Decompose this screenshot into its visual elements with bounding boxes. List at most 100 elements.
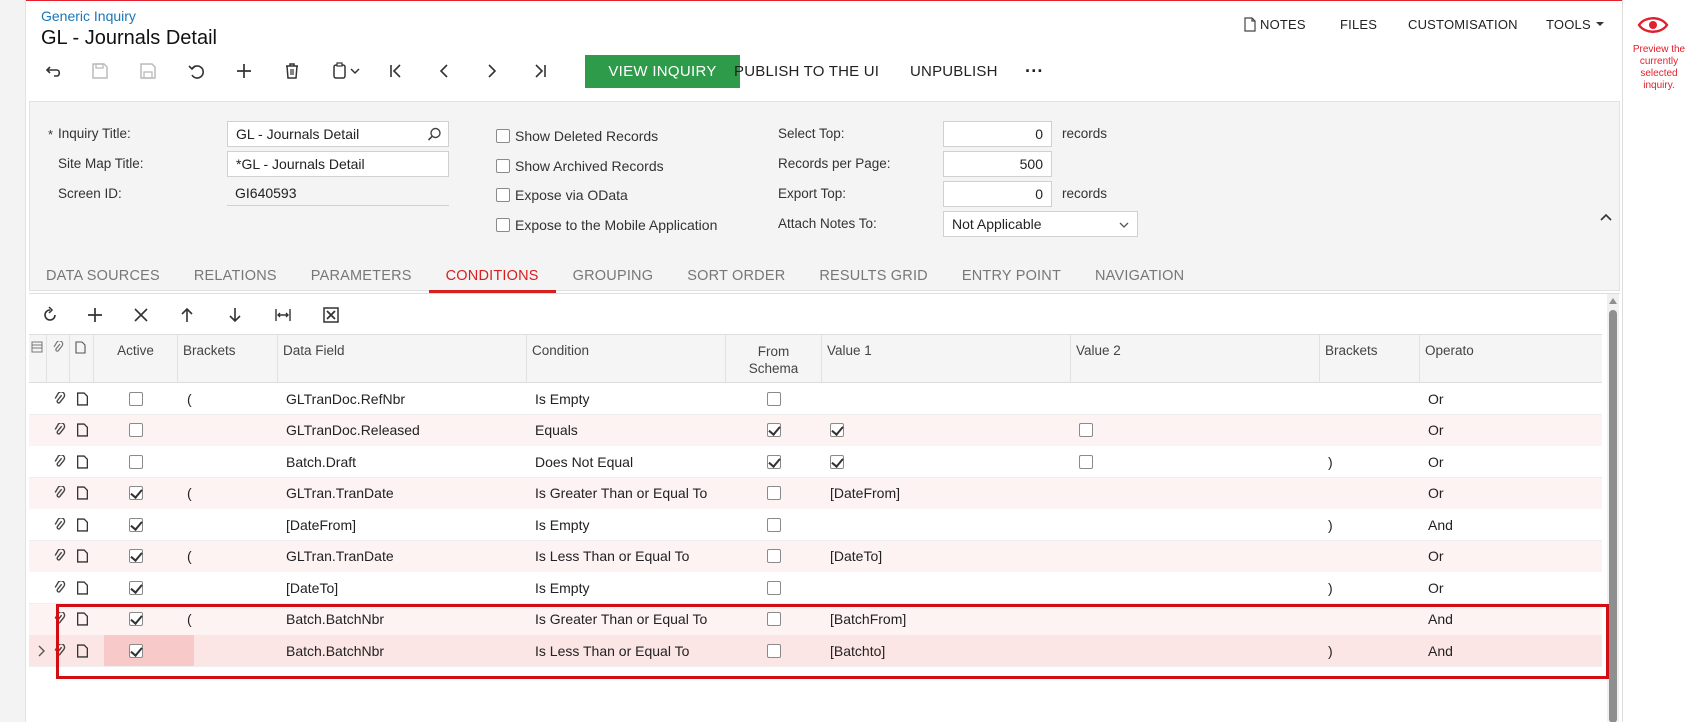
table-row[interactable]: GLTranDoc.Released Equals Or xyxy=(29,414,1602,447)
add-button[interactable] xyxy=(226,56,262,86)
table-row[interactable]: (GLTran.TranDate Is Less Than or Equal To… xyxy=(29,540,1602,573)
brackets-close-cell[interactable] xyxy=(1328,415,1418,446)
condition-cell[interactable]: Is Less Than or Equal To xyxy=(535,635,725,666)
delete-button[interactable] xyxy=(274,56,310,86)
active-cell[interactable] xyxy=(94,415,178,446)
active-checkbox[interactable] xyxy=(129,486,143,500)
view-inquiry-button[interactable]: VIEW INQUIRY xyxy=(585,55,740,88)
value2-checkbox[interactable] xyxy=(1079,454,1093,469)
vertical-scrollbar[interactable] xyxy=(1607,294,1619,722)
header-data-field[interactable]: Data Field xyxy=(278,335,527,384)
brackets-close-cell[interactable] xyxy=(1328,383,1418,414)
value2-cell[interactable] xyxy=(1079,509,1319,540)
records-per-page-input[interactable]: 500 xyxy=(943,151,1052,177)
note-cell[interactable] xyxy=(72,604,92,635)
delete-row-button[interactable] xyxy=(127,302,155,328)
operator-cell[interactable]: Or xyxy=(1428,478,1498,509)
last-record-button[interactable] xyxy=(522,56,558,86)
data-field-cell[interactable]: GLTranDoc.Released xyxy=(286,415,526,446)
from-schema-checkbox[interactable] xyxy=(767,486,781,500)
header-value2[interactable]: Value 2 xyxy=(1071,335,1320,384)
tab-grouping[interactable]: GROUPING xyxy=(556,259,671,293)
search-icon[interactable] xyxy=(427,127,442,142)
paperclip-icon[interactable] xyxy=(53,454,66,469)
clipboard-menu-button[interactable] xyxy=(322,56,368,86)
from-schema-cell[interactable] xyxy=(726,383,822,414)
active-checkbox[interactable] xyxy=(129,580,143,595)
document-icon[interactable] xyxy=(76,517,89,532)
operator-cell[interactable]: And xyxy=(1428,509,1498,540)
table-row[interactable]: Batch.Draft Does Not Equal) Or xyxy=(29,446,1602,478)
note-cell[interactable] xyxy=(72,509,92,540)
active-checkbox[interactable] xyxy=(129,391,143,406)
brackets-close-cell[interactable] xyxy=(1328,604,1418,635)
paperclip-icon[interactable] xyxy=(53,612,66,626)
brackets-close-cell[interactable] xyxy=(1328,541,1418,572)
condition-cell[interactable]: Is Empty xyxy=(535,509,725,540)
header-active[interactable]: Active xyxy=(94,335,178,384)
brackets-close-cell[interactable]: ) xyxy=(1328,572,1418,603)
table-row[interactable]: [DateTo] Is Empty) Or xyxy=(29,572,1602,604)
tab-conditions[interactable]: CONDITIONS xyxy=(428,259,556,293)
active-cell[interactable] xyxy=(94,541,178,572)
from-schema-checkbox[interactable] xyxy=(767,423,781,437)
table-row[interactable]: (Batch.BatchNbr Is Greater Than or Equal … xyxy=(29,603,1602,636)
attach-cell[interactable] xyxy=(49,541,69,572)
attach-notes-select[interactable]: Not Applicable xyxy=(943,211,1138,237)
from-schema-cell[interactable] xyxy=(726,541,822,572)
back-button[interactable] xyxy=(35,56,71,86)
value2-cell[interactable] xyxy=(1079,383,1319,414)
paperclip-icon[interactable] xyxy=(53,549,66,563)
chevron-up-icon[interactable] xyxy=(1599,210,1613,224)
paperclip-icon[interactable] xyxy=(53,580,66,595)
data-field-cell[interactable]: GLTran.TranDate xyxy=(286,478,526,509)
brackets-close-cell[interactable]: ) xyxy=(1328,635,1418,666)
data-field-cell[interactable]: GLTranDoc.RefNbr xyxy=(286,383,526,414)
notes-link[interactable]: NOTES xyxy=(1244,14,1306,34)
operator-cell[interactable]: Or xyxy=(1428,415,1498,446)
value1-cell[interactable] xyxy=(830,415,1070,446)
data-field-cell[interactable]: [DateTo] xyxy=(286,572,526,603)
cancel-button[interactable] xyxy=(178,56,214,86)
active-cell[interactable] xyxy=(94,572,178,603)
condition-cell[interactable]: Is Less Than or Equal To xyxy=(535,541,725,572)
expose-odata-checkbox[interactable]: Expose via OData xyxy=(496,187,628,203)
paperclip-icon[interactable] xyxy=(53,517,66,532)
note-cell[interactable] xyxy=(72,383,92,414)
paperclip-icon[interactable] xyxy=(53,391,66,406)
active-cell[interactable] xyxy=(94,478,178,509)
paperclip-icon[interactable] xyxy=(53,423,66,437)
from-schema-checkbox[interactable] xyxy=(767,517,781,532)
scroll-thumb[interactable] xyxy=(1609,310,1617,722)
tab-relations[interactable]: RELATIONS xyxy=(177,259,294,293)
export-top-input[interactable]: 0 xyxy=(943,181,1052,207)
attach-cell[interactable] xyxy=(49,572,69,603)
eye-icon[interactable] xyxy=(1637,14,1669,36)
condition-cell[interactable]: Does Not Equal xyxy=(535,446,725,477)
attach-cell[interactable] xyxy=(49,446,69,477)
value2-cell[interactable] xyxy=(1079,541,1319,572)
tab-entry-point[interactable]: ENTRY POINT xyxy=(945,259,1078,293)
data-field-cell[interactable]: [DateFrom] xyxy=(286,509,526,540)
scroll-up-arrow[interactable] xyxy=(1609,298,1617,304)
fit-columns-button[interactable] xyxy=(269,302,297,328)
note-cell[interactable] xyxy=(72,541,92,572)
active-cell[interactable] xyxy=(94,446,178,477)
value1-cell[interactable]: [BatchFrom] xyxy=(830,604,1070,635)
value2-cell[interactable] xyxy=(1079,478,1319,509)
brackets-open-cell[interactable] xyxy=(187,572,277,603)
breadcrumb[interactable]: Generic Inquiry xyxy=(41,8,136,24)
add-row-button[interactable] xyxy=(81,302,109,328)
table-row[interactable]: Batch.BatchNbr Is Less Than or Equal To [B… xyxy=(29,635,1602,667)
value1-cell[interactable] xyxy=(830,509,1070,540)
from-schema-cell[interactable] xyxy=(726,604,822,635)
brackets-close-cell[interactable] xyxy=(1328,478,1418,509)
active-checkbox[interactable] xyxy=(129,454,143,469)
tab-results-grid[interactable]: RESULTS GRID xyxy=(802,259,944,293)
value1-cell[interactable]: [DateFrom] xyxy=(830,478,1070,509)
active-cell[interactable] xyxy=(94,604,178,635)
value1-cell[interactable] xyxy=(830,572,1070,603)
operator-cell[interactable]: Or xyxy=(1428,383,1498,414)
active-checkbox[interactable] xyxy=(129,423,143,437)
publish-button[interactable]: PUBLISH TO THE UI xyxy=(734,55,879,88)
